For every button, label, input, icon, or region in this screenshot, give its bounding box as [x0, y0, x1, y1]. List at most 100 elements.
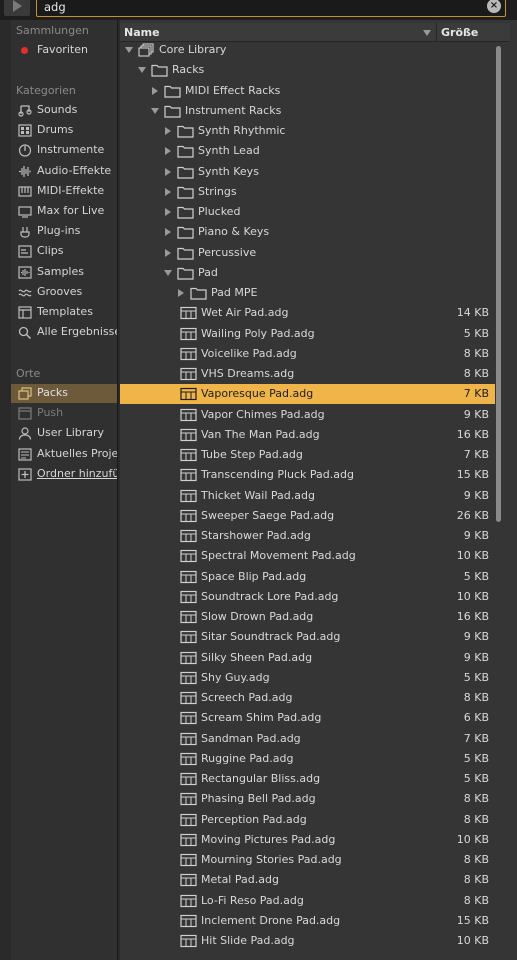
- section-heading-sammlungen: Sammlungen: [16, 24, 89, 37]
- sidebar-item-alle-ergebnisse[interactable]: Alle Ergebnisse: [11, 323, 117, 342]
- search-field[interactable]: adg ×: [36, 0, 506, 17]
- folder-row[interactable]: Synth Keys: [120, 162, 495, 182]
- drums-icon: [18, 124, 32, 137]
- preview-play-button[interactable]: [4, 0, 30, 16]
- expand-arrow-icon[interactable]: [178, 289, 184, 297]
- file-row[interactable]: Spectral Movement Pad.adg 10 KB: [120, 546, 495, 566]
- folder-row[interactable]: Piano & Keys: [120, 222, 495, 242]
- folder-row[interactable]: Percussive: [120, 243, 495, 263]
- collapse-arrow-icon[interactable]: [138, 67, 146, 74]
- file-row[interactable]: Sitar Soundtrack Pad.adg 9 KB: [120, 627, 495, 647]
- sidebar-item-audio-effekte[interactable]: Audio-Effekte: [11, 162, 117, 181]
- sidebar-item-max-for-live[interactable]: Max for Live: [11, 202, 117, 221]
- folder-row[interactable]: Strings: [120, 182, 495, 202]
- folder-row[interactable]: Plucked: [120, 202, 495, 222]
- file-row[interactable]: Soundtrack Lore Pad.adg 10 KB: [120, 587, 495, 607]
- file-row[interactable]: Space Blip Pad.adg 5 KB: [120, 567, 495, 587]
- grooves-icon: [18, 286, 32, 299]
- file-row[interactable]: Phasing Bell Pad.adg 8 KB: [120, 789, 495, 809]
- sidebar-item-grooves[interactable]: Grooves: [11, 283, 117, 302]
- file-row[interactable]: Rectangular Bliss.adg 5 KB: [120, 769, 495, 789]
- row-size: 14 KB: [456, 306, 489, 320]
- rack-preset-icon: [180, 509, 197, 523]
- column-header-name[interactable]: Name: [124, 26, 160, 39]
- vertical-scrollbar[interactable]: [496, 46, 501, 522]
- clear-search-icon[interactable]: ×: [487, 0, 501, 13]
- folder-row[interactable]: Synth Rhythmic: [120, 121, 495, 141]
- file-row[interactable]: VHS Dreams.adg 8 KB: [120, 364, 495, 384]
- collapse-arrow-icon[interactable]: [164, 269, 172, 276]
- file-row[interactable]: Van The Man Pad.adg 16 KB: [120, 425, 495, 445]
- file-row[interactable]: Ruggine Pad.adg 5 KB: [120, 749, 495, 769]
- file-row[interactable]: Tube Step Pad.adg 7 KB: [120, 445, 495, 465]
- folder-row[interactable]: Core Library: [120, 40, 495, 60]
- file-row[interactable]: Wet Air Pad.adg 14 KB: [120, 303, 495, 323]
- row-name: Plucked: [198, 205, 241, 218]
- expand-arrow-icon[interactable]: [165, 147, 171, 156]
- row-name: VHS Dreams.adg: [201, 367, 295, 380]
- expand-arrow-icon[interactable]: [165, 127, 171, 135]
- row-size: 8 KB: [463, 792, 489, 806]
- sidebar-item-label: Packs: [37, 386, 69, 399]
- file-row[interactable]: Screech Pad.adg 8 KB: [120, 688, 495, 708]
- row-size: 8 KB: [463, 367, 489, 380]
- column-divider[interactable]: [436, 23, 437, 41]
- rack-preset-icon: [180, 387, 197, 401]
- folder-row[interactable]: Pad: [120, 263, 495, 283]
- file-row[interactable]: Metal Pad.adg 8 KB: [120, 870, 495, 890]
- file-row[interactable]: Voicelike Pad.adg 8 KB: [120, 344, 495, 364]
- rack-preset-icon: [180, 732, 197, 746]
- file-row[interactable]: Thicket Wail Pad.adg 9 KB: [120, 486, 495, 506]
- sidebar-item-ordner-hinzuf-gen[interactable]: Ordner hinzufügen: [11, 465, 117, 484]
- collapse-arrow-icon[interactable]: [125, 47, 133, 53]
- sidebar-item-label: Samples: [37, 264, 84, 278]
- expand-arrow-icon[interactable]: [152, 86, 158, 95]
- column-header-size[interactable]: Größe: [441, 26, 478, 39]
- sidebar-item-user-library[interactable]: User Library: [11, 424, 117, 443]
- sidebar-item-aktuelles-projekt[interactable]: Aktuelles Projekt: [11, 445, 117, 464]
- folder-row[interactable]: Instrument Racks: [120, 101, 495, 121]
- file-row[interactable]: Slow Drown Pad.adg 16 KB: [120, 607, 495, 627]
- folder-row[interactable]: Synth Lead: [120, 141, 495, 161]
- sidebar-item-plug-ins[interactable]: Plug-ins: [11, 222, 117, 241]
- sidebar-item-samples[interactable]: Samples: [11, 263, 117, 282]
- file-row[interactable]: Scream Shim Pad.adg 6 KB: [120, 708, 495, 728]
- midi-effects-icon: [18, 185, 32, 198]
- sidebar-item-templates[interactable]: Templates: [11, 303, 117, 322]
- sort-descending-icon[interactable]: [423, 30, 431, 36]
- sidebar-item-packs[interactable]: Packs: [11, 384, 117, 403]
- file-row[interactable]: Vaporesque Pad.adg 7 KB: [120, 384, 495, 405]
- file-row[interactable]: Sweeper Saege Pad.adg 26 KB: [120, 506, 495, 526]
- file-row[interactable]: Mourning Stories Pad.adg 8 KB: [120, 850, 495, 870]
- expand-arrow-icon[interactable]: [165, 248, 171, 257]
- file-row[interactable]: Shy Guy.adg 5 KB: [120, 668, 495, 688]
- file-row[interactable]: Sandman Pad.adg 7 KB: [120, 729, 495, 749]
- expand-arrow-icon[interactable]: [165, 208, 171, 216]
- file-row[interactable]: Starshower Pad.adg 9 KB: [120, 526, 495, 546]
- expand-arrow-icon[interactable]: [165, 187, 171, 196]
- sidebar-item-instrumente[interactable]: Instrumente: [11, 141, 117, 160]
- expand-arrow-icon[interactable]: [165, 167, 171, 176]
- sidebar-item-sounds[interactable]: Sounds: [11, 101, 117, 120]
- folder-row[interactable]: Pad MPE: [120, 283, 495, 303]
- file-row[interactable]: Silky Sheen Pad.adg 9 KB: [120, 648, 495, 668]
- expand-arrow-icon[interactable]: [165, 228, 171, 237]
- folder-row[interactable]: Racks: [120, 60, 495, 80]
- sidebar-item-drums[interactable]: Drums: [11, 121, 117, 140]
- collapse-arrow-icon[interactable]: [151, 107, 159, 114]
- folder-row[interactable]: MIDI Effect Racks: [120, 81, 495, 101]
- file-row[interactable]: Transcending Pluck Pad.adg 15 KB: [120, 465, 495, 485]
- sidebar-item-clips[interactable]: Clips: [11, 242, 117, 261]
- rack-preset-icon: [180, 792, 197, 806]
- file-row[interactable]: Lo-Fi Reso Pad.adg 8 KB: [120, 891, 495, 911]
- file-row[interactable]: Perception Pad.adg 8 KB: [120, 810, 495, 830]
- file-row[interactable]: Inclement Drone Pad.adg 15 KB: [120, 911, 495, 931]
- file-row[interactable]: Hit Slide Pad.adg 10 KB: [120, 931, 495, 951]
- file-row[interactable]: Moving Pictures Pad.adg 10 KB: [120, 830, 495, 850]
- sidebar-item-push[interactable]: Push: [11, 404, 117, 423]
- sidebar-item-midi-effekte[interactable]: MIDI-Effekte: [11, 182, 117, 201]
- file-row[interactable]: Wailing Poly Pad.adg 5 KB: [120, 324, 495, 344]
- sidebar-item-favoriten[interactable]: Favoriten: [11, 41, 117, 60]
- search-input[interactable]: adg: [44, 0, 66, 14]
- file-row[interactable]: Vapor Chimes Pad.adg 9 KB: [120, 405, 495, 425]
